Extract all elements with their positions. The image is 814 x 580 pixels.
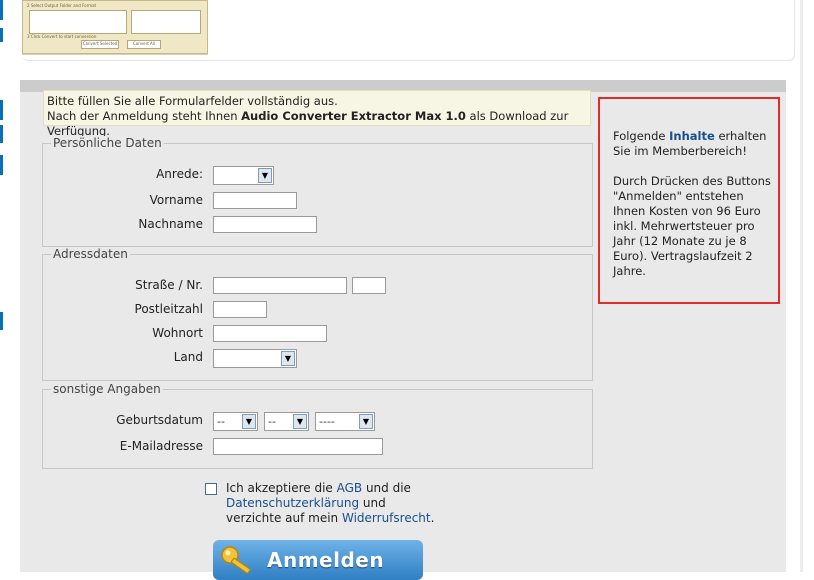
agb-link[interactable]: AGB bbox=[337, 481, 363, 495]
terms-checkbox[interactable] bbox=[205, 483, 217, 495]
notice-line2: Nach der Anmeldung steht Ihnen Audio Con… bbox=[47, 109, 590, 139]
left-accent bbox=[0, 312, 3, 330]
info-members-text: Folgende Inhalte erhalten Sie im Memberb… bbox=[613, 129, 774, 159]
thumb-convert-all: Convert All bbox=[127, 40, 161, 49]
thumb-convert-selected: Convert Selected bbox=[81, 40, 119, 49]
house-number-input[interactable] bbox=[352, 277, 386, 294]
lastname-input[interactable] bbox=[213, 216, 317, 233]
notice-line1: Bitte füllen Sie alle Formularfelder vol… bbox=[47, 94, 338, 108]
left-accent bbox=[0, 125, 3, 143]
street-label: Straße / Nr. bbox=[135, 278, 203, 292]
left-accent bbox=[0, 155, 3, 175]
chevron-down-icon: ▼ bbox=[242, 414, 256, 429]
email-label: E-Mailadresse bbox=[119, 439, 203, 453]
year-value: ---- bbox=[319, 415, 335, 428]
notice-text: Nach der Anmeldung steht Ihnen bbox=[47, 109, 242, 123]
key-icon bbox=[221, 546, 251, 574]
privacy-link[interactable]: Datenschutzerklärung bbox=[226, 496, 359, 510]
month-value: -- bbox=[268, 415, 276, 428]
birth-year-select[interactable]: ---- ▼ bbox=[315, 412, 375, 431]
form-notice: Bitte füllen Sie alle Formularfelder vol… bbox=[43, 90, 591, 138]
info-cost-text: Durch Drücken des Buttons "Anmelden" ent… bbox=[613, 174, 771, 278]
info-box: Folgende Inhalte erhalten Sie im Memberb… bbox=[598, 97, 780, 304]
info-text: Folgende bbox=[613, 129, 670, 143]
thumb-step3: 3 Click Convert to start conversion bbox=[27, 34, 97, 39]
thumb-panel bbox=[131, 10, 201, 34]
product-name: Audio Converter Extractor Max 1.0 bbox=[241, 109, 466, 123]
birth-day-select[interactable]: -- ▼ bbox=[213, 412, 258, 431]
email-input[interactable] bbox=[213, 438, 383, 455]
firstname-label: Vorname bbox=[149, 193, 203, 207]
terms-text-part: und die bbox=[362, 481, 411, 495]
address-legend: Adressdaten bbox=[51, 247, 130, 261]
country-select[interactable]: ▼ bbox=[213, 349, 297, 368]
chevron-down-icon: ▼ bbox=[359, 414, 373, 429]
country-label: Land bbox=[173, 350, 203, 364]
zip-input[interactable] bbox=[213, 301, 267, 318]
chevron-down-icon: ▼ bbox=[293, 414, 307, 429]
terms-text-part: . bbox=[430, 511, 435, 525]
birth-month-select[interactable]: -- ▼ bbox=[264, 412, 309, 431]
zip-label: Postleitzahl bbox=[134, 302, 203, 316]
street-input[interactable] bbox=[213, 277, 347, 294]
salutation-label: Anrede: bbox=[156, 167, 203, 181]
day-value: -- bbox=[217, 415, 225, 428]
firstname-input[interactable] bbox=[213, 192, 297, 209]
city-input[interactable] bbox=[213, 325, 327, 342]
chevron-down-icon: ▼ bbox=[281, 351, 295, 366]
birthdate-label: Geburtsdatum bbox=[116, 413, 203, 427]
product-screenshot-thumbnail[interactable]: 2 Select Output Folder and Format 3 Clic… bbox=[22, 0, 208, 54]
city-label: Wohnort bbox=[152, 326, 203, 340]
register-button[interactable]: Anmelden bbox=[213, 540, 423, 580]
left-accent bbox=[0, 100, 3, 120]
salutation-select[interactable]: ▼ bbox=[213, 166, 274, 185]
lastname-label: Nachname bbox=[138, 217, 203, 231]
personal-data-legend: Persönliche Daten bbox=[51, 136, 164, 150]
register-button-label: Anmelden bbox=[267, 548, 385, 572]
right-border bbox=[800, 0, 803, 572]
terms-text-part: Ich akzeptiere die bbox=[226, 481, 337, 495]
chevron-down-icon: ▼ bbox=[258, 168, 272, 183]
revocation-link[interactable]: Widerrufsrecht bbox=[342, 511, 431, 525]
left-accent bbox=[0, 28, 3, 42]
thumb-step2: 2 Select Output Folder and Format bbox=[27, 3, 97, 8]
terms-text: Ich akzeptiere die AGB und die Datenschu… bbox=[226, 481, 436, 526]
thumb-panel bbox=[29, 10, 127, 34]
left-accent bbox=[0, 0, 3, 20]
other-data-legend: sonstige Angaben bbox=[51, 382, 163, 396]
contents-link[interactable]: Inhalte bbox=[669, 129, 715, 143]
